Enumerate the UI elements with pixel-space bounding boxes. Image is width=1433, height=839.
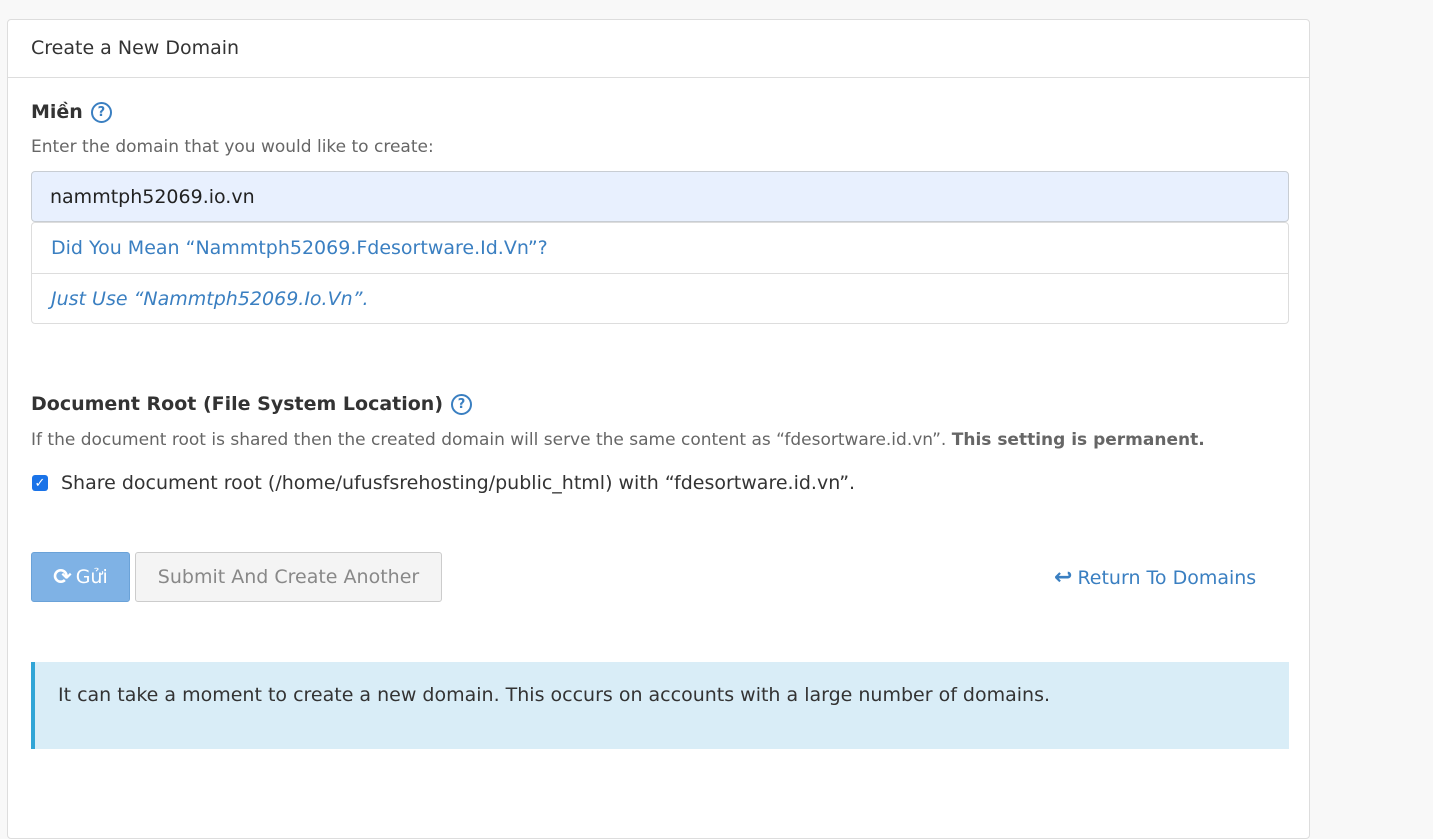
document-root-help-icon[interactable]: ? <box>451 393 473 415</box>
document-root-description-text: If the document root is shared then the … <box>31 430 947 450</box>
refresh-icon: ⟳ <box>53 564 72 590</box>
submit-button-label: Gửi <box>75 566 108 588</box>
permanent-warning: This setting is permanent. <box>951 430 1205 450</box>
share-document-root-row: ✓ Share document root (/home/ufusfsrehos… <box>32 472 855 494</box>
document-root-description: If the document root is shared then the … <box>31 430 1205 450</box>
info-message: It can take a moment to create a new dom… <box>58 684 1051 706</box>
suggestion-just-use[interactable]: Just Use “Nammtph52069.Io.Vn”. <box>32 273 1288 323</box>
return-to-domains-label: Return To Domains <box>1077 566 1257 589</box>
domain-suggestions: Did You Mean “Nammtph52069.Fdesortware.I… <box>31 222 1289 324</box>
create-domain-panel: Create a New Domain Miền ? Enter the dom… <box>7 19 1310 839</box>
domain-help-icon[interactable]: ? <box>90 101 112 123</box>
share-document-root-checkbox[interactable]: ✓ <box>32 475 48 491</box>
reply-icon: ↩ <box>1054 565 1073 590</box>
submit-and-create-another-button[interactable]: Submit And Create Another <box>135 552 442 602</box>
share-document-root-label[interactable]: Share document root (/home/ufusfsrehosti… <box>61 472 855 494</box>
info-alert: It can take a moment to create a new dom… <box>31 662 1289 749</box>
domain-description: Enter the domain that you would like to … <box>31 137 434 157</box>
document-root-label-row: Document Root (File System Location) ? <box>31 393 473 415</box>
domain-label-row: Miền ? <box>31 101 112 123</box>
return-to-domains-link[interactable]: ↩ Return To Domains <box>1054 565 1256 590</box>
suggestion-did-you-mean[interactable]: Did You Mean “Nammtph52069.Fdesortware.I… <box>32 223 1288 273</box>
document-root-label: Document Root (File System Location) <box>31 393 444 415</box>
domain-label: Miền <box>31 101 83 123</box>
domain-input[interactable] <box>31 171 1289 222</box>
panel-title: Create a New Domain <box>8 20 1309 78</box>
submit-button[interactable]: ⟳ Gửi <box>31 552 130 602</box>
